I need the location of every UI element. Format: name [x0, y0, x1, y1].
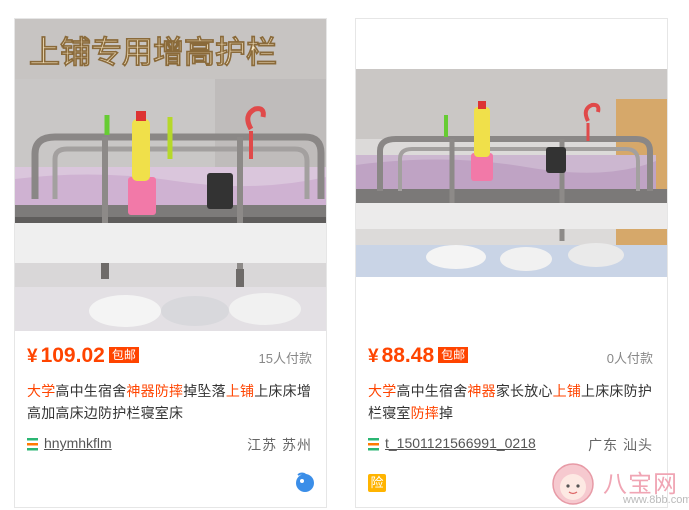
shop-name-link[interactable]: hnymhkflm: [44, 435, 112, 451]
insurance-badge-icon[interactable]: 险: [368, 474, 386, 492]
paid-count: 15人付款: [258, 351, 312, 366]
title-text-segment: 掉: [439, 405, 454, 421]
location: 江苏 苏州: [247, 437, 312, 453]
title-keyword-highlight: 防摔: [154, 383, 184, 399]
baby-face-logo-icon: [552, 463, 594, 505]
watermark-url: www.8bb.com: [623, 494, 689, 506]
free-shipping-badge: 包邮: [108, 347, 139, 363]
bunk-bed-guardrail-photo: 上铺专用增高护栏: [15, 19, 326, 331]
title-text-segment: 掉坠落: [183, 383, 226, 399]
title-text-segment: 高中生宿舍: [396, 383, 468, 399]
title-keyword-highlight: 大学: [27, 383, 56, 399]
product-card-1[interactable]: 上铺专用增高护栏 ¥109.02 包邮 15人付款 大学高中生宿舍神器防摔掉坠落上…: [14, 18, 327, 508]
title-keyword-highlight: 神器: [126, 383, 155, 399]
product-title-link[interactable]: 大学高中生宿舍神器防摔掉坠落上铺上床床增高加高床边防护栏寝室床: [27, 380, 314, 424]
paid-count: 0人付款: [606, 351, 653, 366]
shop-icon: [27, 438, 38, 451]
title-keyword-highlight: 防摔: [410, 405, 440, 421]
title-keyword-highlight: 大学: [368, 383, 397, 399]
title-keyword-highlight: 神器: [467, 383, 496, 399]
product-title-link[interactable]: 大学高中生宿舍神器家长放心上铺上床床防护栏寝室防摔掉: [368, 380, 655, 424]
wangwang-chat-icon[interactable]: [294, 471, 316, 493]
title-text-segment: 高中生宿舍: [55, 383, 127, 399]
price: ¥88.48 包邮: [368, 344, 469, 369]
bunk-bed-guardrail-photo: [356, 69, 667, 277]
shop-name-link[interactable]: t_1501121566991_0218: [385, 435, 536, 451]
location: 广东 汕头: [588, 437, 653, 453]
title-keyword-highlight: 上铺: [552, 383, 582, 399]
overlay-title-text: 上铺专用增高护栏: [29, 35, 277, 71]
free-shipping-badge: 包邮: [438, 347, 469, 363]
product-image[interactable]: [356, 69, 667, 277]
shop-icon: [368, 438, 379, 451]
price: ¥109.02 包邮: [27, 344, 139, 369]
title-keyword-highlight: 上铺: [225, 383, 255, 399]
title-text-segment: 家长放心: [495, 383, 553, 399]
product-image[interactable]: 上铺专用增高护栏: [15, 19, 326, 331]
product-card-2[interactable]: ¥88.48 包邮 0人付款 大学高中生宿舍神器家长放心上铺上床床防护栏寝室防摔掉…: [355, 18, 668, 508]
site-watermark: 八宝网 www.8bb.com: [545, 460, 689, 510]
